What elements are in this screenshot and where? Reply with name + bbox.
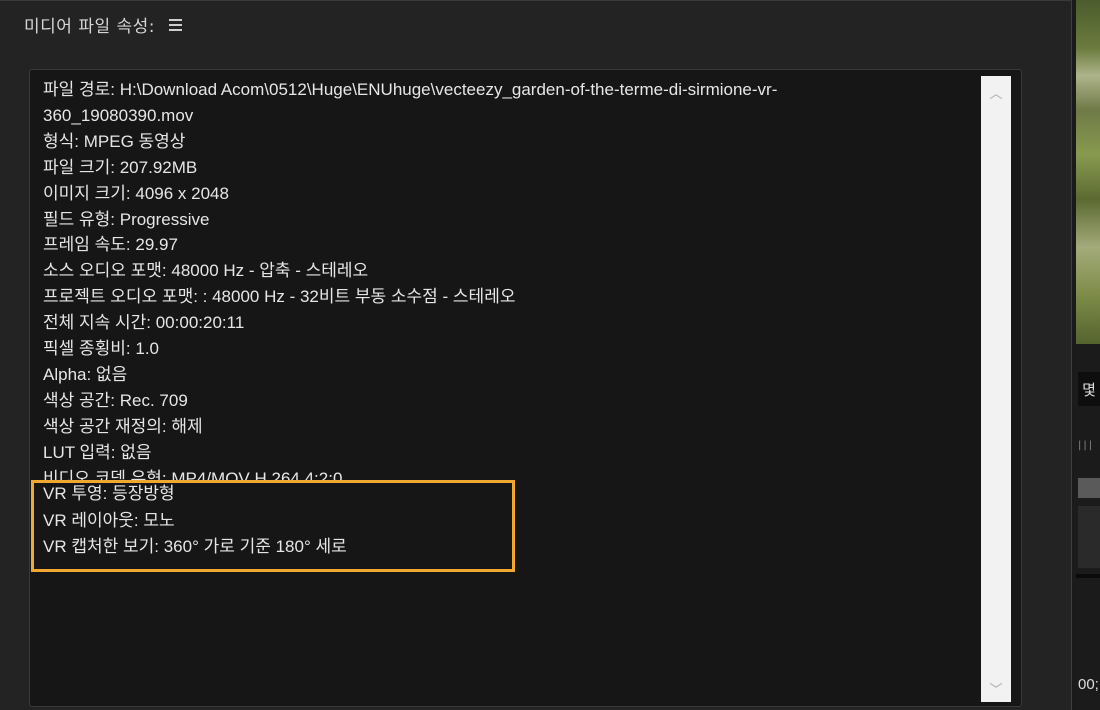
property-image-size: 이미지 크기: 4096 x 2048	[43, 183, 229, 203]
property-total-duration: 전체 지속 시간: 00:00:20:11	[43, 313, 245, 333]
property-vr-projection: VR 투영: 등장방형	[43, 484, 175, 503]
panel-header: 미디어 파일 속성:	[24, 11, 183, 37]
property-color-space-override: 색상 공간 재정의: 해제	[43, 416, 203, 436]
adjacent-panel-strip: 몇 ||| 00;	[1074, 0, 1100, 710]
property-video-codec-type: 비디오 코덱 유형: MP4/MOV H.264 4:2:0	[43, 468, 343, 480]
chevron-up-icon[interactable]: ︿	[981, 80, 1011, 104]
video-thumbnail	[1076, 0, 1100, 344]
property-frame-rate: 프레임 속도: 29.97	[43, 235, 178, 255]
property-lut-input: LUT 입력: 없음	[43, 442, 152, 462]
property-file-path-continued: 360_19080390.mov	[43, 105, 194, 125]
vr-properties: VR 투영: 등장방형 VR 레이아웃: 모노 VR 캡처한 보기: 360° …	[43, 481, 978, 561]
property-field-type: 필드 유형: Progressive	[43, 209, 210, 229]
property-file-path: 파일 경로: H:\Download Acom\0512\Huge\ENUhug…	[43, 80, 778, 99]
property-format: 형식: MPEG 동영상	[43, 131, 186, 151]
chevron-down-icon[interactable]: ﹀	[981, 676, 1011, 700]
properties-list: 파일 경로: H:\Download Acom\0512\Huge\ENUhug…	[43, 77, 978, 480]
property-alpha: Alpha: 없음	[43, 364, 128, 384]
property-file-size: 파일 크기: 207.92MB	[43, 157, 198, 177]
property-color-space: 색상 공간: Rec. 709	[43, 390, 188, 410]
media-file-properties-panel: 미디어 파일 속성: 파일 경로: H:\Download Acom\0512\…	[0, 0, 1072, 710]
property-project-audio-format: 프로젝트 오디오 포맷: : 48000 Hz - 32비트 부동 소수점 - …	[43, 287, 516, 307]
property-vr-captured-view: VR 캡처한 보기: 360° 가로 기준 180° 세로	[43, 537, 347, 556]
properties-text-area[interactable]: 파일 경로: H:\Download Acom\0512\Huge\ENUhug…	[29, 69, 1022, 707]
property-pixel-aspect-ratio: 픽셀 종횡비: 1.0	[43, 339, 160, 359]
hamburger-menu-icon[interactable]	[169, 19, 183, 31]
vertical-scrollbar[interactable]: ︿ ﹀	[981, 76, 1011, 702]
divider	[1076, 574, 1100, 578]
adjacent-panel-label[interactable]: 몇	[1078, 372, 1100, 406]
timeline-ticks: |||	[1078, 440, 1095, 451]
property-vr-layout: VR 레이아웃: 모노	[43, 510, 175, 530]
panel-title: 미디어 파일 속성:	[24, 16, 156, 37]
property-source-audio-format: 소스 오디오 포맷: 48000 Hz - 압축 - 스테레오	[43, 261, 369, 281]
timeline-bar[interactable]	[1078, 478, 1100, 498]
timeline-track[interactable]	[1078, 506, 1100, 568]
timecode-fragment: 00;	[1078, 676, 1099, 693]
